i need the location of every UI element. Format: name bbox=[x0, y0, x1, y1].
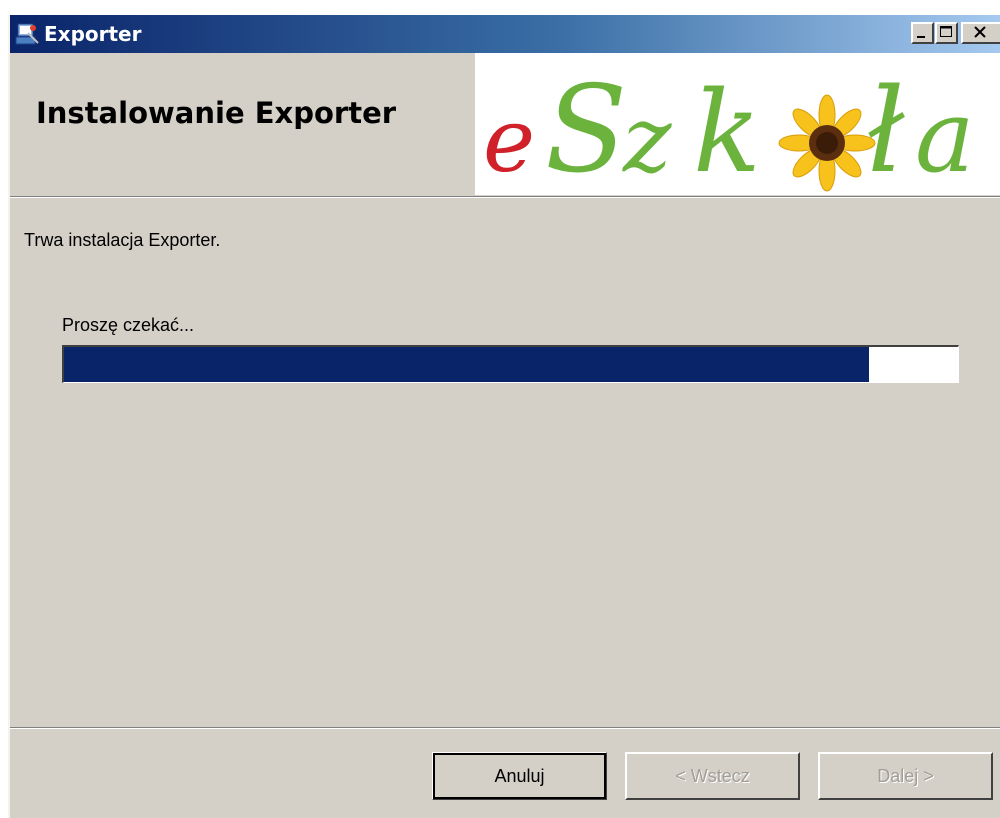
header-divider bbox=[10, 196, 1000, 198]
next-button[interactable]: Dalej > bbox=[818, 752, 993, 800]
cancel-button[interactable]: Anuluj bbox=[432, 752, 607, 800]
progress-fill bbox=[64, 347, 869, 382]
installer-app-icon bbox=[14, 21, 40, 47]
close-button[interactable] bbox=[961, 22, 1000, 44]
svg-text:ł: ł bbox=[867, 64, 905, 195]
svg-text:S: S bbox=[545, 61, 627, 195]
footer-divider bbox=[10, 727, 1000, 729]
minimize-icon bbox=[917, 36, 925, 38]
page-title: Instalowanie Exporter bbox=[36, 96, 397, 130]
install-progress-bar bbox=[62, 345, 959, 383]
window-title: Exporter bbox=[44, 22, 142, 46]
maximize-icon bbox=[940, 26, 952, 37]
title-bar[interactable]: Exporter bbox=[10, 15, 1000, 53]
maximize-button[interactable] bbox=[935, 22, 958, 44]
svg-text:e: e bbox=[483, 89, 535, 192]
installer-window: Exporter Instalowanie Exporter e S z k ł… bbox=[8, 15, 1000, 818]
svg-text:a: a bbox=[915, 78, 975, 195]
minimize-button[interactable] bbox=[911, 22, 934, 44]
back-button[interactable]: < Wstecz bbox=[625, 752, 800, 800]
svg-text:k: k bbox=[693, 68, 761, 195]
progress-label: Proszę czekać... bbox=[62, 315, 195, 335]
eszkola-logo: e S z k ł a bbox=[475, 53, 1000, 200]
close-icon bbox=[974, 26, 986, 38]
sunflower-icon bbox=[778, 94, 876, 192]
install-status-text: Trwa instalacja Exporter. bbox=[24, 230, 221, 250]
wizard-header: Instalowanie Exporter e S z k ł a bbox=[10, 53, 1000, 200]
svg-text:z: z bbox=[622, 86, 672, 193]
